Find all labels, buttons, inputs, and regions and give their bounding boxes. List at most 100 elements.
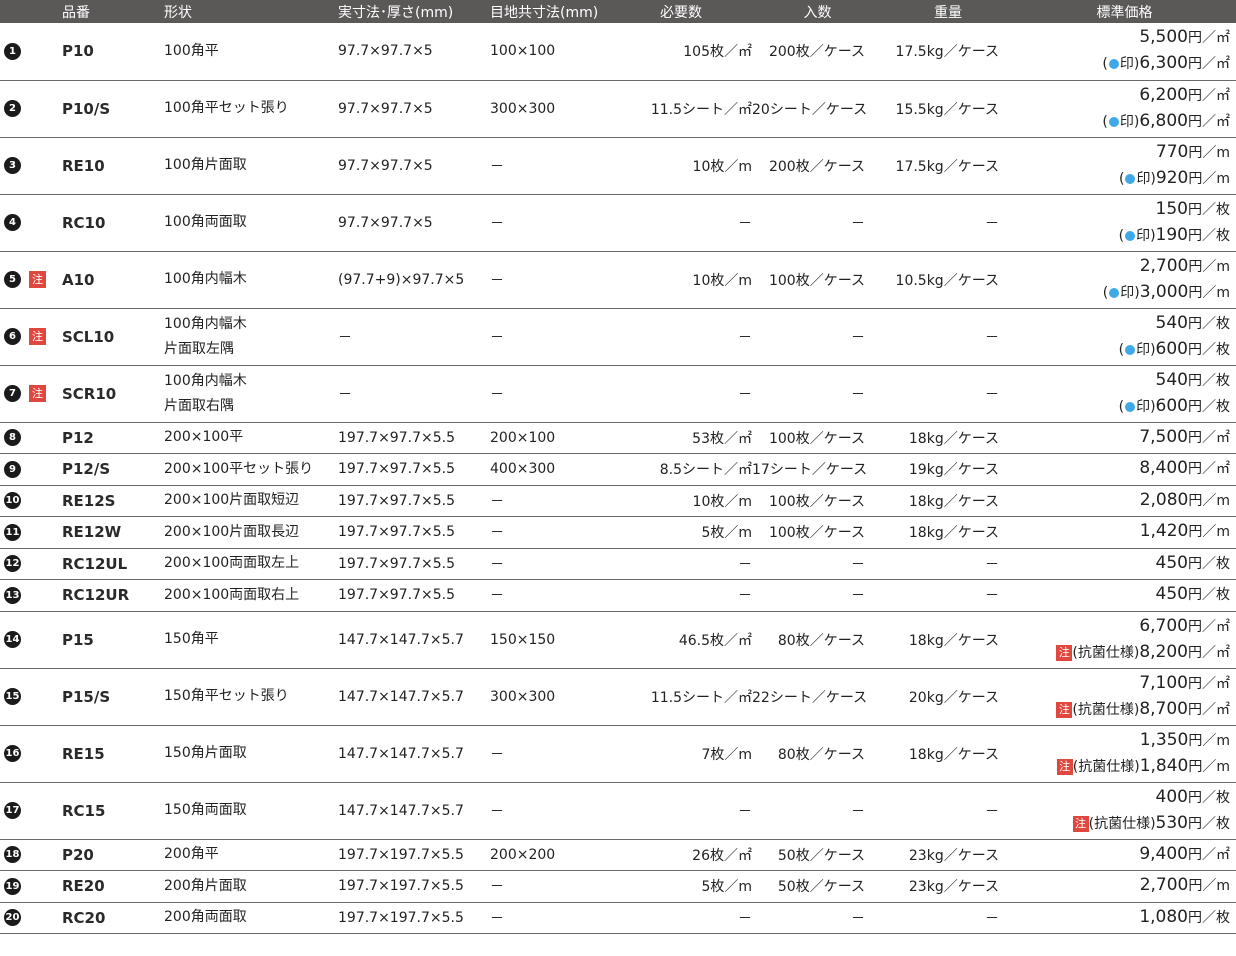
- row-marker: 14: [0, 611, 62, 669]
- required-count: 105枚／㎡: [610, 23, 752, 81]
- product-shape: 150角片面取: [164, 725, 338, 783]
- pack-quantity: 80枚／ケース: [752, 611, 883, 669]
- weight: 18kg／ケース: [883, 725, 1013, 783]
- row-number: 7: [4, 385, 21, 402]
- header-joint: 目地共寸法(mm): [490, 4, 599, 21]
- alt-price-value: 8,700: [1139, 698, 1188, 719]
- price-unit: 円／m: [1188, 258, 1230, 275]
- pack-quantity: 200枚／ケース: [752, 137, 883, 195]
- row-marker: 18: [0, 839, 62, 871]
- standard-price: 7,100円／㎡注 (抗菌仕様)8,700円／㎡: [1013, 668, 1236, 726]
- table-row: 20 RC20 200角両面取 197.7×197.7×5.5 －－－－ 1,080円／枚: [0, 902, 1236, 934]
- product-code: RC15: [62, 801, 106, 820]
- price-value: 6,200: [1139, 84, 1188, 105]
- shape-line: 150角両面取: [164, 802, 247, 818]
- dot-mark-label: 印): [1119, 113, 1140, 130]
- price-value: 400: [1155, 786, 1188, 807]
- shape-line: 100角平セット張り: [164, 100, 289, 116]
- paren-open: (: [1118, 170, 1125, 187]
- standard-price: 1,080円／枚: [1013, 902, 1236, 934]
- actual-size: 97.7×97.7×5: [338, 194, 490, 252]
- row-number: 3: [4, 157, 21, 174]
- alt-price-unit: 円／枚: [1188, 341, 1230, 358]
- joint-size: －: [490, 725, 610, 783]
- price-value: 150: [1155, 198, 1188, 219]
- standard-price: 400円／枚注 (抗菌仕様)530円／枚: [1013, 782, 1236, 840]
- shape-line: 100角平: [164, 42, 219, 59]
- row-number: 8: [4, 429, 21, 447]
- product-code: A10: [62, 270, 95, 289]
- pack-quantity: 100枚／ケース: [752, 516, 883, 549]
- table-row: 10 RE12S 200×100片面取短辺 197.7×97.7×5.5 － 10枚／m 1…: [0, 485, 1236, 517]
- actual-size: 147.7×147.7×5.7: [338, 782, 490, 840]
- table-row: 11 RE12W 200×100片面取長辺 197.7×97.7×5.5 － 5枚／m 10…: [0, 516, 1236, 549]
- dot-mark-label: 印): [1136, 170, 1156, 187]
- weight: －: [883, 548, 1013, 580]
- dot-mark-label: 印): [1136, 227, 1156, 244]
- standard-price: 2,700円／m(印)3,000円／m: [1013, 251, 1236, 309]
- required-count: 10枚／m: [610, 251, 752, 309]
- table-row: 17 RC15 150角両面取 147.7×147.7×5.7 －－－－ 400円／枚注(…: [0, 782, 1236, 840]
- weight: 18kg／ケース: [883, 422, 1013, 454]
- alt-price-value: 600: [1155, 395, 1188, 416]
- row-number: 14: [4, 631, 21, 648]
- weight: －: [883, 308, 1013, 366]
- price-value: 7,500: [1139, 426, 1188, 447]
- table-row: 16 RE15 150角片面取 147.7×147.7×5.7 － 7枚／m 80枚／ケース…: [0, 725, 1236, 783]
- product-code: P15/S: [62, 687, 111, 706]
- price-unit: 円／㎡: [1188, 846, 1230, 863]
- required-count: 46.5枚／㎡: [610, 611, 752, 669]
- joint-size: 150×150: [490, 611, 610, 669]
- blue-dot-icon: [1125, 173, 1136, 184]
- alt-price-value: 190: [1155, 224, 1188, 245]
- price-value: 1,350: [1139, 729, 1189, 750]
- shape-line: 150角平: [164, 631, 219, 647]
- paren-open: (: [1118, 398, 1125, 415]
- header-spacer: [0, 0, 62, 23]
- weight: 18kg／ケース: [883, 611, 1013, 669]
- price-value: 1,420: [1139, 521, 1189, 542]
- row-number: 20: [4, 909, 21, 927]
- blue-dot-icon: [1125, 344, 1136, 355]
- table-row: 8 P12 200×100平 197.7×97.7×5.5 200×100 53枚／㎡ 10…: [0, 422, 1236, 454]
- price-unit: 円／枚: [1188, 372, 1230, 389]
- actual-size: 197.7×97.7×5.5: [338, 548, 490, 580]
- product-shape: 150角平: [164, 611, 338, 669]
- alt-price-value: 920: [1155, 167, 1189, 188]
- joint-size: －: [490, 782, 610, 840]
- pack-quantity: 50枚／ケース: [752, 870, 883, 903]
- actual-size: 197.7×197.7×5.5: [338, 902, 490, 934]
- note-badge: 注: [1072, 815, 1089, 832]
- price-value: 450: [1155, 552, 1188, 573]
- required-count: －: [610, 579, 752, 612]
- price-value: 2,700: [1139, 255, 1189, 276]
- table-row: 3 RE10 100角片面取 97.7×97.7×5 － 10枚／m 200枚／ケース 17.…: [0, 137, 1236, 195]
- note-badge: 注: [29, 328, 46, 345]
- row-marker: 20: [0, 902, 62, 934]
- pack-quantity: －: [752, 365, 883, 423]
- alt-price-unit: 円／枚: [1188, 398, 1230, 415]
- pack-quantity: －: [752, 902, 883, 934]
- weight: 23kg／ケース: [883, 839, 1013, 871]
- dot-mark-label: 印): [1119, 56, 1140, 73]
- blue-dot-icon: [1125, 230, 1136, 241]
- row-number: 2: [4, 100, 21, 117]
- standard-price: 1,420円／m: [1013, 516, 1236, 549]
- paren-open: (: [1102, 56, 1108, 73]
- actual-size: －: [338, 365, 490, 423]
- product-shape: 150角平セット張り: [164, 668, 338, 726]
- actual-size: 97.7×97.7×5: [338, 137, 490, 195]
- product-shape: 200角片面取: [164, 870, 338, 903]
- antibacterial-label: (抗菌仕様): [1072, 644, 1140, 661]
- note-badge: 注: [29, 385, 46, 402]
- weight: 18kg／ケース: [883, 485, 1013, 517]
- row-marker: 7注: [0, 365, 62, 423]
- standard-price: 5,500円／㎡ (印)6,300円／㎡: [1013, 23, 1236, 81]
- note-badge: 注: [29, 271, 46, 288]
- table-row: 5 注 A10 100角内幅木 (97.7+9)×97.7×5 － 10枚／m 100枚／ケー…: [0, 251, 1236, 309]
- product-shape: 200×100平セット張り: [164, 453, 338, 486]
- table-row: 2 P10/S 100角平セット張り 97.7×97.7×5 300×300 11.5シー…: [0, 80, 1236, 138]
- weight: －: [883, 365, 1013, 423]
- price-unit: 円／㎡: [1188, 429, 1230, 446]
- joint-size: －: [490, 308, 610, 366]
